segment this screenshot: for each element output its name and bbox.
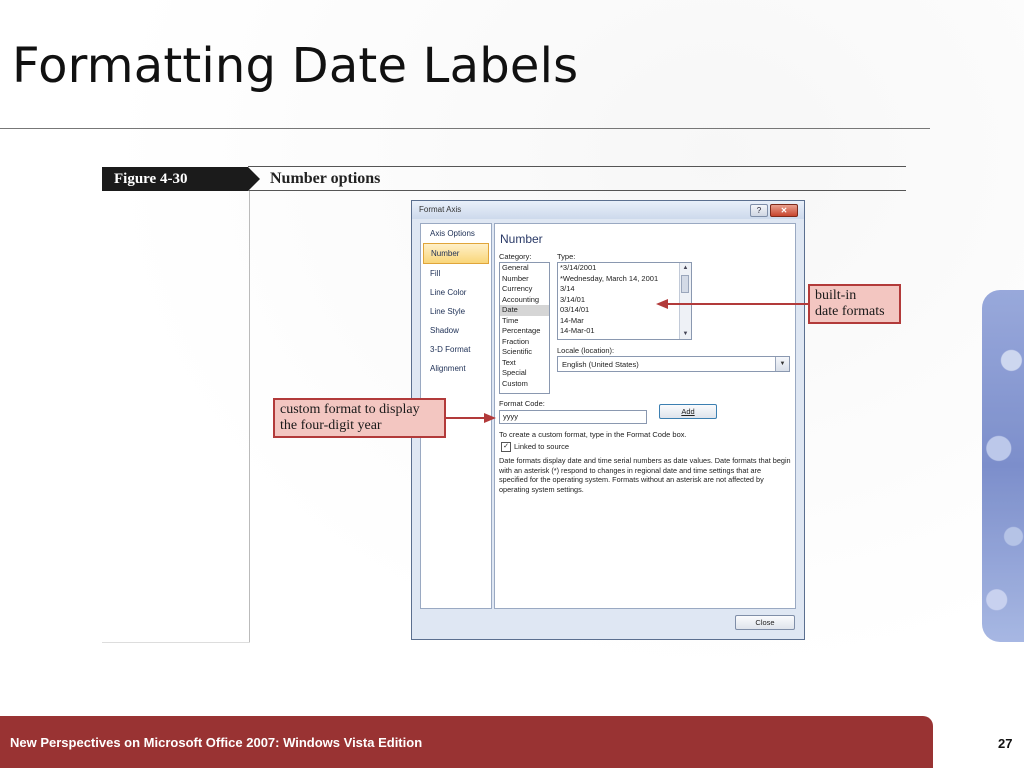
category-item[interactable]: Text — [500, 358, 549, 369]
close-button[interactable]: Close — [735, 615, 795, 630]
type-item[interactable]: 14-Mar — [558, 316, 682, 327]
callout-builtin-arrowhead — [656, 299, 668, 309]
figure-bottom-rule — [102, 642, 250, 643]
decorative-pattern — [982, 290, 1024, 642]
type-item[interactable]: *3/14/2001 — [558, 263, 682, 274]
add-button[interactable]: Add — [659, 404, 717, 419]
callout-custom-line — [446, 417, 486, 419]
type-item[interactable]: *Wednesday, March 14, 2001 — [558, 274, 682, 285]
category-item[interactable]: Scientific — [500, 347, 549, 358]
nav-item-shadow[interactable]: Shadow — [421, 321, 491, 340]
type-scrollbar[interactable]: ▲ ▼ — [679, 263, 691, 339]
category-item[interactable]: Currency — [500, 284, 549, 295]
callout-custom-format: custom format to display the four-digit … — [273, 398, 446, 438]
category-item[interactable]: Accounting — [500, 295, 549, 306]
number-panel: Number Category: Type: General Number Cu… — [494, 223, 796, 609]
figure-label: Figure 4-30 — [102, 167, 248, 191]
locale-value: English (United States) — [562, 360, 639, 369]
chevron-down-icon[interactable]: ▼ — [775, 357, 789, 371]
category-item[interactable]: Special — [500, 368, 549, 379]
title-divider — [0, 128, 930, 129]
callout-builtin-date-formats: built-in date formats — [808, 284, 901, 324]
format-code-input[interactable]: yyyy — [499, 410, 647, 424]
nav-item-number[interactable]: Number — [423, 243, 489, 264]
category-item[interactable]: Number — [500, 274, 549, 285]
help-button[interactable]: ? — [750, 204, 768, 217]
category-item[interactable]: Fraction — [500, 337, 549, 348]
callout-custom-arrowhead — [484, 413, 496, 423]
type-item[interactable]: 3/14 — [558, 284, 682, 295]
nav-item-fill[interactable]: Fill — [421, 264, 491, 283]
category-list[interactable]: General Number Currency Accounting Date … — [499, 262, 550, 394]
scroll-down-icon[interactable]: ▼ — [680, 329, 691, 339]
scroll-up-icon[interactable]: ▲ — [680, 263, 691, 273]
nav-item-line-style[interactable]: Line Style — [421, 302, 491, 321]
type-label: Type: — [557, 252, 576, 261]
format-code-hint: To create a custom format, type in the F… — [499, 430, 687, 439]
nav-item-axis-options[interactable]: Axis Options — [421, 224, 491, 243]
slide-title: Formatting Date Labels — [12, 38, 579, 94]
category-item[interactable]: Custom — [500, 379, 549, 390]
nav-item-line-color[interactable]: Line Color — [421, 283, 491, 302]
date-format-description: Date formats display date and time seria… — [499, 456, 791, 494]
callout-builtin-line — [665, 303, 808, 305]
figure-title: Number options — [270, 170, 381, 187]
type-list[interactable]: *3/14/2001 *Wednesday, March 14, 2001 3/… — [557, 262, 692, 340]
linked-to-source-checkbox[interactable]: ✓ — [501, 442, 511, 452]
locale-label: Locale (location): — [557, 346, 615, 355]
figure-column-divider — [249, 191, 250, 643]
format-axis-dialog: Format Axis ? ✕ Axis Options Number Fill… — [411, 200, 805, 640]
locale-select[interactable]: English (United States) ▼ — [557, 356, 790, 372]
scroll-thumb[interactable] — [681, 275, 689, 293]
linked-to-source-label: Linked to source — [514, 442, 570, 451]
page-number: 27 — [998, 736, 1013, 751]
close-icon[interactable]: ✕ — [770, 204, 798, 217]
category-item[interactable]: Time — [500, 316, 549, 327]
format-code-label: Format Code: — [499, 399, 545, 408]
figure-label-pointer — [248, 167, 260, 191]
category-item[interactable]: Percentage — [500, 326, 549, 337]
dialog-titlebar: Format Axis ? ✕ — [412, 201, 804, 219]
footer-bar: New Perspectives on Microsoft Office 200… — [0, 716, 933, 768]
type-item[interactable]: 14-Mar-01 — [558, 326, 682, 337]
footer-text: New Perspectives on Microsoft Office 200… — [10, 735, 423, 750]
panel-heading: Number — [500, 232, 543, 246]
category-item-selected[interactable]: Date — [500, 305, 549, 316]
dialog-title: Format Axis — [419, 205, 462, 214]
category-label: Category: — [499, 252, 532, 261]
nav-item-3d-format[interactable]: 3-D Format — [421, 340, 491, 359]
nav-item-alignment[interactable]: Alignment — [421, 359, 491, 378]
category-item[interactable]: General — [500, 263, 549, 274]
